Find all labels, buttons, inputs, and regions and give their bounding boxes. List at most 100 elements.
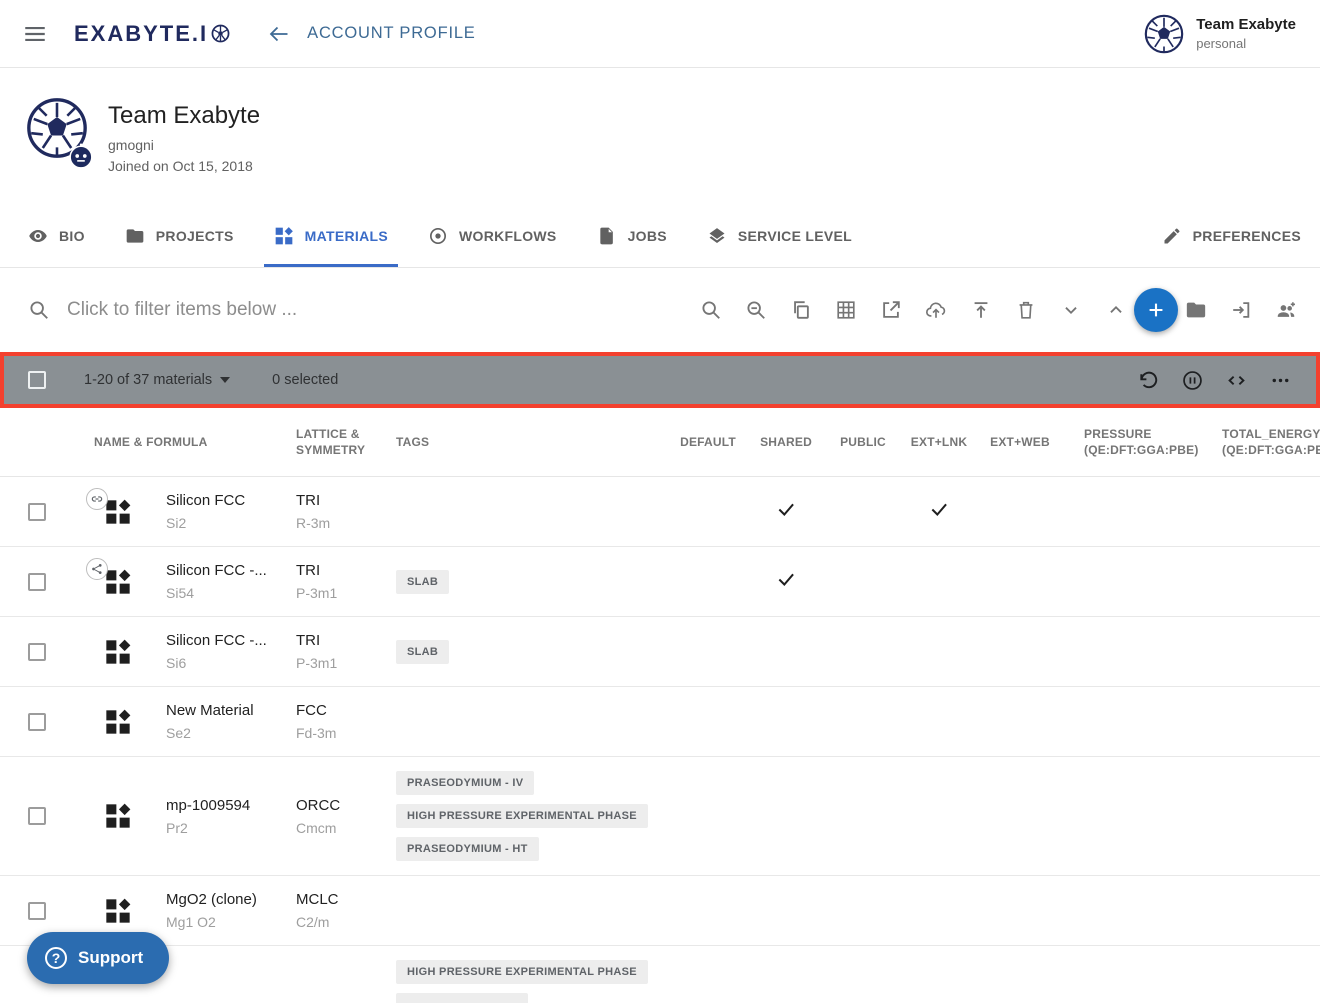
tab-label: BIO [59, 228, 85, 244]
tab-label: SERVICE LEVEL [738, 228, 852, 244]
more-horiz-button[interactable] [1269, 369, 1292, 392]
copy-button[interactable] [790, 299, 812, 321]
folder-button[interactable] [1185, 299, 1207, 321]
cloud-upload-button[interactable] [925, 299, 947, 321]
table-row[interactable]: Silicon FCC -... Si6 TRI P-3m1 SLAB [0, 617, 1320, 687]
back-button[interactable] [267, 22, 291, 46]
material-name: Silicon FCC -... [166, 632, 276, 649]
row-checkbox[interactable] [28, 503, 46, 521]
caret-down-icon [220, 377, 230, 383]
tag-chip: PRASEODYMIUM - IV [396, 771, 534, 795]
copy-icon [790, 299, 812, 321]
chevron-up-button[interactable] [1105, 299, 1127, 321]
tags-cell: HIGH PRESSURE EXPERIMENTAL PHASE [376, 946, 670, 1003]
checkmark-icon [776, 499, 796, 524]
tags-cell: PRASEODYMIUM - IVHIGH PRESSURE EXPERIMEN… [376, 757, 670, 875]
material-formula: Mg1 O2 [166, 914, 276, 930]
material-name: New Material [166, 702, 276, 719]
tab-label: PREFERENCES [1193, 228, 1301, 244]
row-checkbox[interactable] [28, 902, 46, 920]
row-checkbox[interactable] [28, 573, 46, 591]
material-icon [104, 802, 132, 830]
zoom-out-button[interactable] [745, 299, 767, 321]
table-row[interactable]: HIGH PRESSURE EXPERIMENTAL PHASE [0, 946, 1320, 1003]
selection-bar: 1-20 of 37 materials 0 selected [0, 352, 1320, 408]
restore-button[interactable] [1137, 369, 1160, 392]
column-header-lattice-symmetry: LATTICE & SYMMETRY [276, 426, 376, 458]
folder-icon [1185, 299, 1207, 321]
material-formula: Pr2 [166, 820, 276, 836]
page-title: ACCOUNT PROFILE [307, 24, 475, 43]
column-header-default: DEFAULT [670, 434, 746, 450]
profile-name: Team Exabyte [108, 102, 260, 130]
profile-section: Team Exabyte gmogni Joined on Oct 15, 20… [0, 68, 1320, 205]
exabyte-logo[interactable]: EXABYTE.I [74, 21, 231, 47]
support-button[interactable]: ? Support [27, 932, 169, 984]
exit-to-app-button[interactable] [1230, 299, 1252, 321]
lattice-symmetry: P-3m1 [296, 585, 376, 601]
lattice-symmetry: Cmcm [296, 820, 376, 836]
exit-to-app-icon [1230, 299, 1252, 321]
table-row[interactable]: MgO2 (clone) Mg1 O2 MCLC C2/m [0, 876, 1320, 946]
pause-circle-button[interactable] [1181, 369, 1204, 392]
toolbar-secondary [1185, 299, 1297, 321]
row-checkbox[interactable] [28, 713, 46, 731]
open-in-new-icon [880, 299, 902, 321]
search-icon [700, 299, 722, 321]
pause-circle-icon [1181, 369, 1204, 392]
table-row[interactable]: Silicon FCC -... Si54 TRI P-3m1 SLAB [0, 547, 1320, 617]
search-button[interactable] [700, 299, 722, 321]
grid-button[interactable] [835, 299, 857, 321]
tag-chip: SLAB [396, 640, 449, 664]
code-button[interactable] [1225, 369, 1248, 392]
column-header-pressure: PRESSURE(QE:DFT:GGA:PBE) [1062, 426, 1200, 458]
tab-service-level[interactable]: SERVICE LEVEL [697, 205, 862, 267]
pagination-range-dropdown[interactable]: 1-20 of 37 materials [84, 372, 230, 388]
tab-jobs[interactable]: JOBS [587, 205, 677, 267]
restore-icon [1137, 369, 1160, 392]
upload-button[interactable] [970, 299, 992, 321]
material-icon [104, 498, 132, 526]
selection-bar-actions [1137, 369, 1292, 392]
material-icon [104, 638, 132, 666]
material-icon [104, 897, 132, 925]
user-avatar-icon [1144, 14, 1184, 54]
tags-cell [376, 897, 670, 925]
column-header-ext-web: EXT+WEB [978, 434, 1062, 450]
lattice-type: TRI [296, 632, 376, 649]
table-row[interactable]: mp-1009594 Pr2 ORCC Cmcm PRASEODYMIUM - … [0, 757, 1320, 876]
open-in-new-button[interactable] [880, 299, 902, 321]
grid-icon [835, 299, 857, 321]
tab-label: WORKFLOWS [459, 228, 557, 244]
user-chip[interactable]: Team Exabyte personal [1144, 14, 1296, 54]
tab-workflows[interactable]: WORKFLOWS [418, 205, 567, 267]
tab-materials[interactable]: MATERIALS [264, 205, 398, 267]
tab-preferences[interactable]: PREFERENCES [1152, 205, 1301, 267]
group-add-button[interactable] [1275, 299, 1297, 321]
tab-projects[interactable]: PROJECTS [115, 205, 244, 267]
tag-chip [396, 993, 528, 1003]
add-material-button[interactable] [1134, 288, 1178, 332]
material-formula: Si2 [166, 515, 276, 531]
row-checkbox[interactable] [28, 643, 46, 661]
table-row[interactable]: New Material Se2 FCC Fd-3m [0, 687, 1320, 757]
delete-button[interactable] [1015, 299, 1037, 321]
menu-button[interactable] [22, 21, 48, 47]
tab-bio[interactable]: BIO [18, 205, 95, 267]
materials-toolbar [0, 268, 1320, 352]
column-header-tags: TAGS [376, 434, 670, 450]
user-chip-texts: Team Exabyte personal [1196, 16, 1296, 51]
column-header-total-energy: TOTAL_ENERGY(QE:DFT:GGA:PE [1200, 426, 1320, 458]
chevron-down-button[interactable] [1060, 299, 1082, 321]
shared-cell [746, 569, 826, 594]
table-row[interactable]: Silicon FCC Si2 TRI R-3m [0, 477, 1320, 547]
checkmark-icon [929, 499, 949, 524]
filter-input[interactable] [67, 299, 700, 321]
material-formula: Si54 [166, 585, 276, 601]
lattice-type: TRI [296, 492, 376, 509]
tag-chip: PRASEODYMIUM - HT [396, 837, 539, 861]
lattice-type: MCLC [296, 891, 376, 908]
row-checkbox[interactable] [28, 807, 46, 825]
app-root: EXABYTE.I ACCOUNT PROFILE Team Exabyte p… [0, 0, 1320, 1003]
select-all-checkbox[interactable] [28, 371, 46, 389]
